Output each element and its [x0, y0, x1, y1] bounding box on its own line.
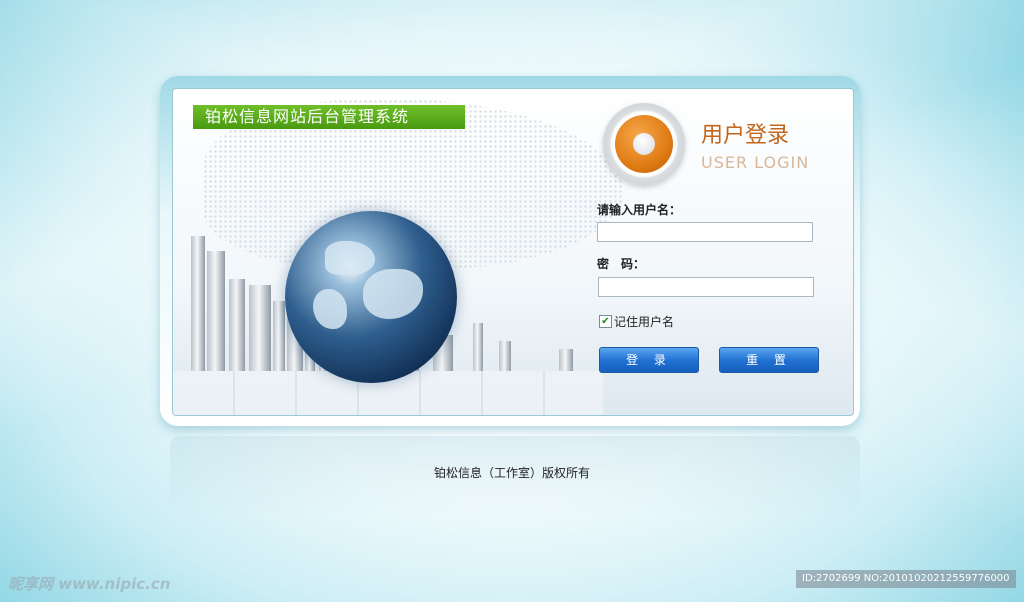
system-title: 铂松信息网站后台管理系统: [193, 105, 465, 129]
copyright-text: 铂松信息（工作室）版权所有: [433, 466, 590, 480]
watermark-left: 昵享网 www.nipic.cn: [8, 575, 171, 593]
remember-checkbox[interactable]: ✔: [599, 315, 612, 328]
password-input[interactable]: [598, 277, 814, 297]
username-label: 请输入用户名：: [597, 203, 682, 217]
watermark-right: ID:2702699 NO:20101020212559776000: [796, 570, 1016, 588]
user-login-logo-icon: [603, 103, 685, 185]
login-subtitle: USER LOGIN: [701, 153, 810, 172]
password-label: 密 码：: [597, 257, 646, 271]
globe-image: [285, 211, 457, 383]
username-input[interactable]: [597, 222, 813, 242]
login-panel: 铂松信息网站后台管理系统 用户登录 USER LOGIN 请输入用户名： 密 码…: [172, 88, 854, 416]
login-button[interactable]: 登 录: [599, 347, 699, 373]
remember-label: 记住用户名: [614, 315, 675, 329]
reset-button[interactable]: 重 置: [719, 347, 819, 373]
login-title: 用户登录: [701, 123, 790, 148]
